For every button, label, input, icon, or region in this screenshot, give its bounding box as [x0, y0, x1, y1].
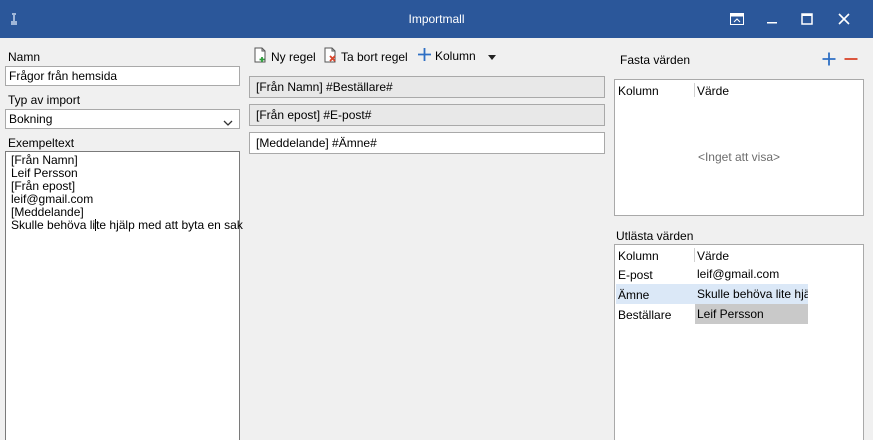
plus-icon	[822, 52, 836, 69]
grid-header: Kolumn Värde	[615, 245, 863, 265]
table-row-selected[interactable]: Ämne Skulle behöva lite hjälp	[615, 284, 863, 304]
grid-header: Kolumn Värde	[615, 80, 863, 100]
close-button[interactable]	[826, 0, 862, 38]
column-separator[interactable]	[694, 248, 695, 262]
import-type-select[interactable]: Bokning	[5, 109, 240, 129]
column-header: Kolumn	[618, 84, 659, 98]
window-layout-icon	[730, 13, 744, 25]
row-column-cell: Beställare	[618, 308, 672, 322]
row-column-cell: E-post	[618, 268, 653, 282]
fixed-values-label: Fasta värden	[620, 53, 691, 67]
minimize-button[interactable]	[754, 0, 790, 38]
table-row[interactable]: Beställare Leif Persson	[615, 304, 863, 324]
new-rule-label: Ny regel	[271, 49, 316, 64]
row-column-cell: Ämne	[618, 288, 650, 302]
column-header: Kolumn	[618, 249, 659, 263]
example-line-with-caret: Skulle behöva lite hjälp med att byta en…	[11, 218, 243, 232]
row-value-cell: Skulle behöva lite hjälp	[695, 284, 808, 304]
example-text-after-caret: te hjälp med att byta en sak	[96, 218, 243, 232]
chevron-down-icon	[223, 116, 233, 130]
close-icon	[838, 13, 850, 25]
maximize-icon	[801, 13, 813, 25]
rule-item[interactable]: [Från Namn] #Beställare#	[249, 76, 605, 98]
name-input[interactable]: Frågor från hemsida	[5, 66, 240, 86]
empty-grid-text: <Inget att visa>	[697, 150, 781, 164]
fixed-values-grid[interactable]: Kolumn Värde <Inget att visa>	[614, 79, 864, 216]
name-label: Namn	[8, 50, 41, 64]
minimize-icon	[766, 13, 778, 25]
delete-rule-button[interactable]: Ta bort regel	[323, 47, 408, 66]
read-values-label: Utlästa värden	[616, 229, 694, 243]
dropdown-arrow-icon[interactable]	[487, 49, 499, 63]
add-fixed-value-button[interactable]	[821, 52, 837, 68]
table-row[interactable]: E-post leif@gmail.com	[615, 264, 863, 284]
remove-fixed-value-button[interactable]	[843, 52, 859, 68]
column-separator[interactable]	[694, 83, 695, 97]
example-text-area[interactable]: [Från Namn] Leif Persson [Från epost] le…	[5, 151, 243, 440]
row-value-cell: Leif Persson	[695, 304, 808, 324]
example-text-label: Exempeltext	[8, 136, 75, 150]
rule-item[interactable]: [Från epost] #E-post#	[249, 104, 605, 126]
title-bar: Importmall	[0, 0, 873, 38]
column-button[interactable]: Kolumn	[417, 47, 499, 65]
value-header: Värde	[697, 84, 730, 98]
maximize-button[interactable]	[789, 0, 825, 38]
restore-layout-button[interactable]	[719, 0, 755, 38]
row-value-cell: leif@gmail.com	[697, 267, 780, 281]
rule-item-active[interactable]: [Meddelande] #Ämne#	[249, 132, 605, 154]
example-text-before-caret: Skulle behöva li	[11, 218, 96, 232]
delete-document-icon	[323, 47, 341, 66]
minus-icon	[844, 52, 858, 69]
new-document-icon	[253, 47, 271, 66]
import-type-label: Typ av import	[8, 93, 81, 107]
plus-icon	[417, 47, 435, 65]
new-rule-button[interactable]: Ny regel	[253, 47, 316, 66]
column-label: Kolumn	[435, 49, 476, 63]
value-header: Värde	[697, 249, 730, 263]
read-values-grid[interactable]: Kolumn Värde E-post leif@gmail.com Ämne …	[614, 244, 864, 440]
delete-rule-label: Ta bort regel	[341, 49, 408, 64]
import-type-value: Bokning	[9, 112, 53, 126]
